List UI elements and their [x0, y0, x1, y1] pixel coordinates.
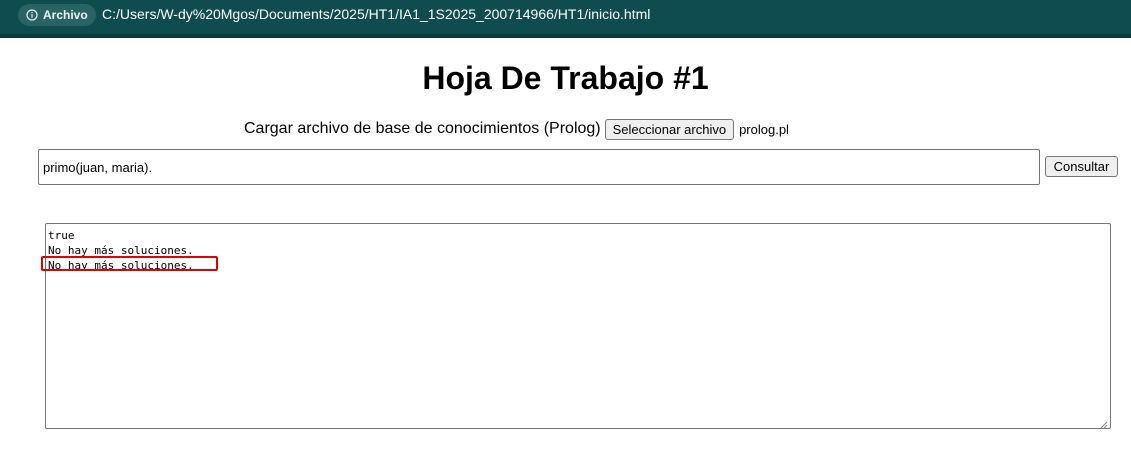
site-info-chip[interactable]: Archivo	[18, 4, 96, 26]
query-input[interactable]	[38, 149, 1040, 185]
upload-label: Cargar archivo de base de conocimientos …	[244, 120, 601, 137]
page-title: Hoja De Trabajo #1	[422, 60, 709, 96]
browser-address-bar: Archivo C:/Users/W-dy%20Mgos/Documents/2…	[0, 0, 1131, 38]
result-textarea[interactable]: true No hay más soluciones. No hay más s…	[45, 223, 1111, 429]
select-file-button[interactable]: Seleccionar archivo	[604, 118, 735, 140]
resize-grip-icon[interactable]	[1100, 418, 1108, 429]
url-field[interactable]: C:/Users/W-dy%20Mgos/Documents/2025/HT1/…	[102, 6, 650, 22]
site-chip-label: Archivo	[43, 8, 88, 22]
result-line: true	[48, 229, 75, 242]
upload-row: Cargar archivo de base de conocimientos …	[244, 118, 789, 140]
toolbar-divider	[0, 34, 1131, 38]
result-line: No hay más soluciones.	[48, 244, 194, 257]
result-line: No hay más soluciones.	[48, 259, 194, 272]
info-icon	[26, 9, 38, 21]
consult-button[interactable]: Consultar	[1045, 156, 1118, 177]
selected-file-name: prolog.pl	[739, 121, 789, 137]
